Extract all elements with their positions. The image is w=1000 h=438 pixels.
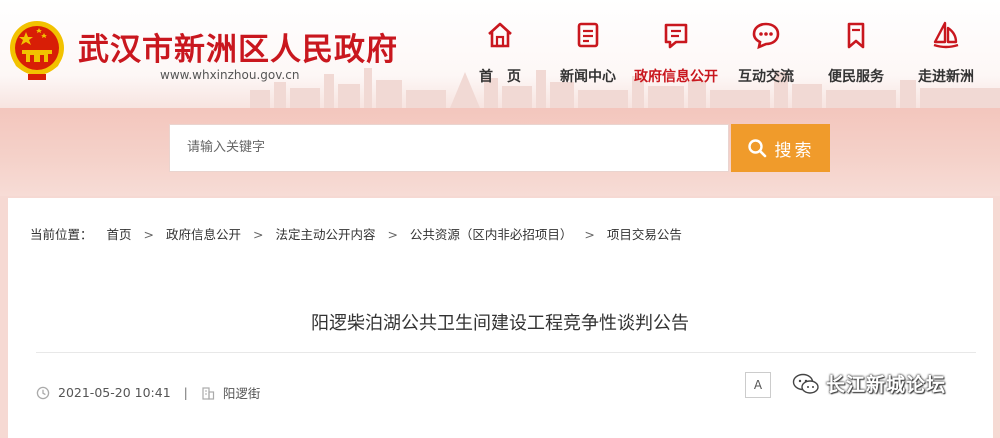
nav-item-label: 新闻中心 <box>560 69 616 85</box>
site-title[interactable]: 武汉市新洲区人民政府 <box>78 24 398 69</box>
national-emblem-logo <box>10 21 64 80</box>
search-button[interactable]: 搜索 <box>731 124 830 172</box>
nav-item-label: 政府信息公开 <box>634 69 718 85</box>
sail-icon <box>933 21 959 49</box>
nav-item-interaction[interactable]: 互动交流 <box>721 14 811 94</box>
article-meta: 2021-05-20 10:41 | 阳逻街 <box>36 383 260 402</box>
breadcrumb-separator: > <box>252 227 264 242</box>
home-icon <box>488 22 512 48</box>
nav-item-home[interactable]: 首 页 <box>455 14 545 94</box>
nav-item-news[interactable]: 新闻中心 <box>543 14 633 94</box>
nav-item-label: 首 页 <box>479 69 521 85</box>
breadcrumb-separator: > <box>584 227 595 242</box>
breadcrumb-item-statutory[interactable]: 法定主动公开内容 <box>275 224 375 243</box>
search-button-label: 搜索 <box>774 140 815 161</box>
main-nav: 首 页 新闻中心 政府信息公开 互动交流 便民服务 走进新洲 <box>455 14 995 94</box>
article-tools: A <box>745 372 771 398</box>
nav-item-label: 互动交流 <box>738 69 794 85</box>
building-icon <box>202 386 214 400</box>
article-title: 阳逻柴泊湖公共卫生间建设工程竞争性谈判公告 <box>311 313 689 334</box>
breadcrumb-prefix: 当前位置： <box>30 227 93 242</box>
publish-date: 2021-05-20 10:41 <box>58 385 171 400</box>
chat-icon <box>752 22 780 50</box>
nav-item-info-disclosure[interactable]: 政府信息公开 <box>631 14 721 94</box>
breadcrumb-item-trade-notice[interactable]: 项目交易公告 <box>607 224 682 243</box>
site-url: www.whxinzhou.gov.cn <box>160 68 300 82</box>
nav-item-label: 便民服务 <box>828 69 884 85</box>
nav-item-about[interactable]: 走进新洲 <box>901 14 991 94</box>
watermark: 长江新城论坛 <box>792 370 946 397</box>
breadcrumb-separator: > <box>143 227 154 242</box>
article-source: 阳逻街 <box>222 386 261 401</box>
news-icon <box>577 22 599 48</box>
font-size-button[interactable]: A <box>745 372 771 398</box>
info-disclosure-icon <box>664 23 688 49</box>
meta-separator: | <box>183 385 188 400</box>
nav-item-services[interactable]: 便民服务 <box>811 14 901 94</box>
breadcrumb-item-public-resources[interactable]: 公共资源（区内非必招项目） <box>410 224 573 243</box>
breadcrumb: 当前位置： 首页 > 政府信息公开 > 法定主动公开内容 > 公共资源（区内非必… <box>30 224 682 243</box>
breadcrumb-item-home[interactable]: 首页 <box>107 224 132 243</box>
search-icon <box>747 139 766 158</box>
clock-icon <box>36 386 50 399</box>
breadcrumb-item-info-disclosure[interactable]: 政府信息公开 <box>166 224 241 243</box>
divider <box>36 352 976 353</box>
bookmark-icon <box>847 22 865 49</box>
wechat-icon <box>792 373 819 394</box>
watermark-text: 长江新城论坛 <box>826 374 947 396</box>
breadcrumb-separator: > <box>387 227 398 242</box>
search-input[interactable]: 请输入关键字 <box>169 124 729 172</box>
nav-item-label: 走进新洲 <box>918 69 974 85</box>
site-header: 武汉市新洲区人民政府 www.whxinzhou.gov.cn 首 页 新闻中心 <box>0 0 1000 108</box>
